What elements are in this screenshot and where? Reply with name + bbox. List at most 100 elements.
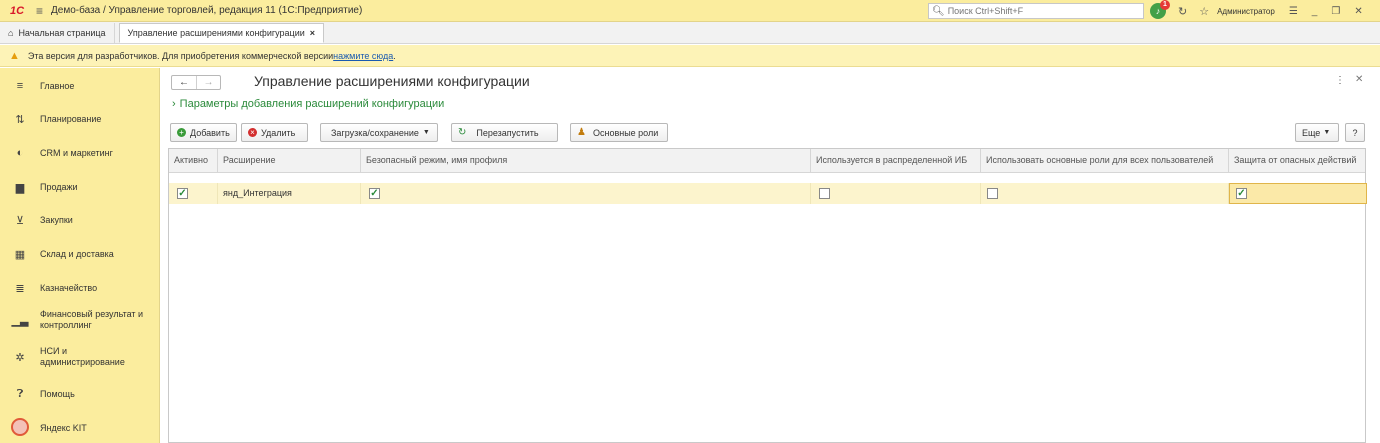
- cart-icon: ⊻: [15, 214, 25, 227]
- sidebar-item-yandex[interactable]: Яндекс KIT: [0, 417, 160, 439]
- column-protection[interactable]: Защита от опасных действий: [1229, 149, 1365, 173]
- help-icon: ❓︎: [16, 387, 24, 400]
- nav-buttons: ← →: [171, 75, 221, 90]
- delete-icon: ×: [248, 128, 257, 137]
- sidebar-item-warehouse[interactable]: ▦ Склад и доставка: [0, 245, 160, 263]
- planning-icon: ⇅: [15, 113, 25, 126]
- add-button-label: Добавить: [190, 127, 230, 138]
- column-safe-mode[interactable]: Безопасный режим, имя профиля: [361, 149, 811, 173]
- sidebar-item-label: НСИ и администрирование: [40, 346, 125, 367]
- back-arrow-icon[interactable]: ←: [172, 76, 196, 89]
- delete-button-label: Удалить: [261, 127, 296, 138]
- forward-arrow-icon[interactable]: →: [196, 76, 220, 89]
- cell-main-roles: [981, 183, 1229, 204]
- more-label: Еще: [1302, 127, 1321, 138]
- delete-button[interactable]: × Удалить: [241, 123, 308, 142]
- tab-label: Начальная страница: [18, 28, 106, 38]
- sidebar-item-purchases[interactable]: ⊻ Закупки: [0, 211, 160, 229]
- column-extension[interactable]: Расширение: [218, 149, 361, 173]
- treasury-icon: ≣: [15, 282, 25, 295]
- sales-icon: ▆: [15, 181, 25, 194]
- protection-checkbox[interactable]: ✓: [1236, 188, 1247, 199]
- sidebar-item-main[interactable]: ≡ Главное: [0, 77, 160, 95]
- titlebar-right: ♪ 1 ↻ ☆ Администратор ☰ _ ❐ ✕: [1150, 0, 1363, 22]
- sidebar-item-label: Финансовый результат и контроллинг: [40, 309, 144, 330]
- main-roles-checkbox[interactable]: [987, 188, 998, 199]
- 1c-logo-icon[interactable]: 1С: [10, 5, 28, 17]
- tab-home[interactable]: ⌂ Начальная страница: [0, 23, 115, 43]
- add-button[interactable]: + Добавить: [170, 123, 237, 142]
- close-window-icon[interactable]: ✕: [1354, 6, 1362, 17]
- sidebar-item-treasury[interactable]: ≣ Казначейство: [0, 279, 160, 297]
- sidebar-item-label: Закупки: [40, 214, 73, 225]
- notifications-badge: 1: [1160, 0, 1170, 10]
- table-header: Активно Расширение Безопасный режим, имя…: [169, 149, 1365, 173]
- gear-icon: ✲: [15, 351, 25, 364]
- sidebar-item-help[interactable]: ❓︎ Помощь: [0, 385, 160, 403]
- close-tab-icon[interactable]: ×: [310, 28, 315, 38]
- chevron-down-icon: ▼: [1323, 129, 1331, 136]
- column-main-roles[interactable]: Использовать основные роли для всех поль…: [981, 149, 1229, 173]
- refresh-icon: ↻: [458, 127, 467, 138]
- main-roles-button[interactable]: ♟ Основные роли: [570, 123, 668, 142]
- safe-mode-checkbox[interactable]: ✓: [369, 188, 380, 199]
- search-box[interactable]: 🔍︎: [928, 3, 1144, 19]
- tab-extensions[interactable]: Управление расширениями конфигурации ×: [118, 23, 325, 43]
- sidebar-item-sales[interactable]: ▆ Продажи: [0, 178, 160, 196]
- crm-icon: ◐: [16, 147, 24, 159]
- load-save-label: Загрузка/сохранение: [331, 127, 419, 138]
- load-save-dropdown[interactable]: Загрузка/сохранение ▼: [320, 123, 438, 142]
- warning-suffix: .: [393, 50, 396, 61]
- search-icon: 🔍︎: [932, 5, 945, 17]
- extensions-table: Активно Расширение Безопасный режим, имя…: [168, 148, 1367, 443]
- warning-text: Эта версия для разработчиков. Для приобр…: [27, 50, 334, 61]
- more-dropdown[interactable]: Еще ▼: [1295, 123, 1339, 142]
- history-icon[interactable]: ↻: [1178, 5, 1187, 18]
- sidebar-item-label: Помощь: [40, 388, 75, 399]
- restart-button-label: Перезапустить: [476, 127, 539, 138]
- title-bar: 1С ≡ Демо-база / Управление торговлей, р…: [0, 0, 1380, 22]
- more-actions-icon[interactable]: ⋮: [1335, 75, 1345, 86]
- cell-extension[interactable]: янд_Интеграция: [218, 183, 361, 204]
- sidebar-item-planning[interactable]: ⇅ Планирование: [0, 110, 160, 128]
- purchase-link[interactable]: нажмите сюда: [333, 51, 393, 61]
- user-role-icon: ♟: [577, 127, 586, 138]
- close-form-icon[interactable]: ✕: [1355, 74, 1363, 85]
- tab-label: Управление расширениями конфигурации: [127, 28, 305, 38]
- cell-distributed: [811, 183, 981, 204]
- column-distributed[interactable]: Используется в распределенной ИБ: [811, 149, 981, 173]
- sidebar-item-label: Главное: [40, 80, 75, 91]
- hamburger-menu-icon[interactable]: ≡: [36, 4, 43, 18]
- active-checkbox[interactable]: ✓: [177, 188, 188, 199]
- column-active[interactable]: Активно: [169, 149, 218, 173]
- yandex-icon: [0, 417, 40, 439]
- user-name[interactable]: Администратор: [1217, 7, 1275, 16]
- sidebar-item-admin[interactable]: ✲ НСИ и администрирование: [0, 345, 160, 369]
- main-roles-label: Основные роли: [592, 127, 659, 138]
- favorites-star-icon[interactable]: ☆: [1199, 5, 1209, 18]
- search-input[interactable]: [947, 6, 1138, 16]
- restore-icon[interactable]: ❐: [1331, 6, 1340, 17]
- distributed-checkbox[interactable]: [819, 188, 830, 199]
- params-link-label: Параметры добавления расширений конфигур…: [179, 98, 445, 110]
- help-button[interactable]: ?: [1345, 123, 1365, 142]
- notifications-icon[interactable]: ♪ 1: [1150, 0, 1170, 19]
- restart-button[interactable]: ↻ Перезапустить: [451, 123, 558, 142]
- settings-menu-icon[interactable]: ☰: [1289, 6, 1298, 17]
- chevron-down-icon: ▼: [422, 129, 430, 136]
- params-group-toggle[interactable]: › Параметры добавления расширений конфигу…: [172, 98, 444, 110]
- sidebar-item-label: Казначейство: [40, 282, 98, 293]
- developer-warning-bar: ▲ Эта версия для разработчиков. Для прио…: [0, 45, 1380, 67]
- app-title: Демо-база / Управление торговлей, редакц…: [51, 5, 363, 16]
- minimize-icon[interactable]: _: [1312, 6, 1318, 17]
- sidebar-item-label: CRM и маркетинг: [40, 147, 113, 158]
- warning-icon: ▲: [9, 49, 20, 62]
- sidebar-item-crm[interactable]: ◐ CRM и маркетинг: [0, 144, 160, 162]
- chart-icon: ▁▃: [11, 314, 29, 327]
- tabs-bar: ⌂ Начальная страница Управление расширен…: [0, 22, 1380, 44]
- sidebar-item-label: Продажи: [40, 181, 78, 192]
- cell-active: ✓: [169, 183, 218, 204]
- table-row[interactable]: ✓ янд_Интеграция ✓ ✓: [169, 183, 1367, 204]
- chevron-right-icon: ›: [172, 98, 176, 110]
- sidebar-item-finance[interactable]: ▁▃ Финансовый результат и контроллинг: [0, 308, 160, 332]
